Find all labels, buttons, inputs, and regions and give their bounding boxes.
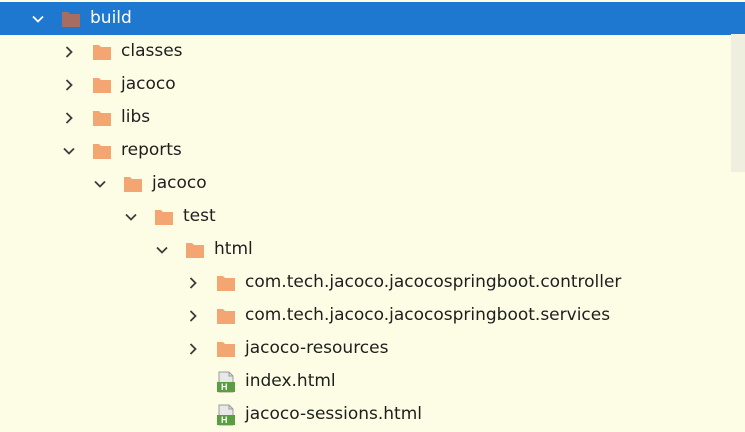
chevron-down-icon[interactable] <box>32 13 44 25</box>
tree-row[interactable]: jacoco <box>0 167 730 200</box>
tree-row[interactable]: build <box>0 2 745 35</box>
tree-item-label: jacoco-sessions.html <box>245 404 422 424</box>
tree-row[interactable]: classes <box>0 35 730 68</box>
tree-row[interactable]: Hindex.html <box>0 365 730 398</box>
tree-item-label: classes <box>121 41 183 61</box>
chevron-right-icon[interactable] <box>187 310 199 322</box>
folder-icon <box>216 274 236 292</box>
folder-icon <box>92 109 112 127</box>
folder-icon <box>92 76 112 94</box>
svg-text:H: H <box>221 382 228 392</box>
tree-row[interactable]: libs <box>0 101 730 134</box>
tree-item-label: com.tech.jacoco.jacocospringboot.control… <box>245 272 622 292</box>
folder-icon <box>92 142 112 160</box>
tree-item-label: jacoco <box>152 173 207 193</box>
tree-row[interactable]: reports <box>0 134 730 167</box>
chevron-right-icon[interactable] <box>187 343 199 355</box>
chevron-right-icon[interactable] <box>63 79 75 91</box>
vertical-scrollbar[interactable] <box>731 34 745 172</box>
folder-icon <box>216 307 236 325</box>
tree-row[interactable]: Hjacoco-sessions.html <box>0 398 730 431</box>
html-file-icon: H <box>216 371 236 393</box>
tree-row[interactable]: com.tech.jacoco.jacocospringboot.service… <box>0 299 730 332</box>
chevron-down-icon[interactable] <box>63 145 75 157</box>
tree-item-label: reports <box>121 140 182 160</box>
tree-row[interactable]: com.tech.jacoco.jacocospringboot.control… <box>0 266 730 299</box>
tree-item-label: html <box>214 239 253 259</box>
folder-icon <box>123 175 143 193</box>
chevron-down-icon[interactable] <box>125 211 137 223</box>
chevron-down-icon[interactable] <box>94 178 106 190</box>
tree-row[interactable]: jacoco-resources <box>0 332 730 365</box>
chevron-down-icon[interactable] <box>156 244 168 256</box>
tree-item-label: jacoco-resources <box>245 338 389 358</box>
chevron-right-icon[interactable] <box>63 112 75 124</box>
tree-item-label: libs <box>121 107 151 127</box>
folder-icon <box>185 241 205 259</box>
tree-row[interactable]: html <box>0 233 730 266</box>
folder-icon <box>61 10 81 28</box>
tree-item-label: build <box>90 8 132 28</box>
svg-text:H: H <box>221 415 228 425</box>
chevron-right-icon[interactable] <box>63 46 75 58</box>
tree-item-label: com.tech.jacoco.jacocospringboot.service… <box>245 305 611 325</box>
tree-row[interactable]: jacoco <box>0 68 730 101</box>
chevron-right-icon[interactable] <box>187 277 199 289</box>
tree-item-label: jacoco <box>121 74 176 94</box>
folder-icon <box>92 43 112 61</box>
tree-row[interactable]: test <box>0 200 730 233</box>
project-tree: build classes jacoco libs reports jacoco test h… <box>0 2 745 431</box>
folder-icon <box>216 340 236 358</box>
tree-item-label: index.html <box>245 371 336 391</box>
html-file-icon: H <box>216 404 236 426</box>
folder-icon <box>154 208 174 226</box>
tree-item-label: test <box>183 206 216 226</box>
